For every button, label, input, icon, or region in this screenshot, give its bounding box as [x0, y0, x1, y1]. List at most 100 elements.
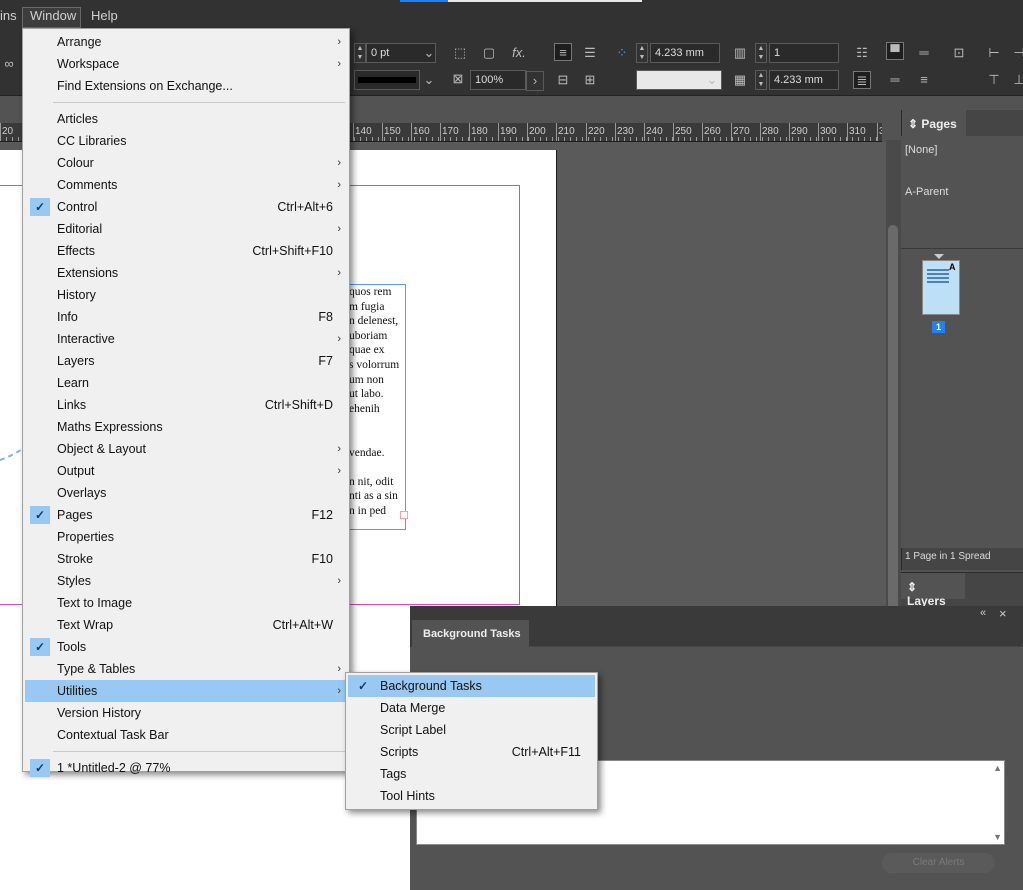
pages-tab[interactable]: ⇕ Pages — [902, 110, 966, 136]
ruler-minor-tick — [474, 137, 475, 141]
align-center-icon[interactable]: ≡ — [554, 43, 572, 61]
menu-item-output[interactable]: Output › — [25, 460, 347, 482]
menu-item-cc-libraries[interactable]: CC Libraries — [25, 130, 347, 152]
menu-help[interactable]: Help — [91, 8, 118, 23]
columns-field[interactable]: 1 — [769, 43, 839, 63]
height-field[interactable]: 4.233 mm — [769, 70, 839, 90]
a-parent[interactable]: A-Parent — [905, 186, 948, 198]
scroll-down-icon[interactable]: ▼ — [993, 832, 1002, 842]
menu-item-articles[interactable]: Articles — [25, 108, 347, 130]
align-left-icon[interactable]: ⊢ — [985, 44, 1003, 62]
scroll-up-icon[interactable]: ▲ — [993, 763, 1002, 773]
menu-item-editorial[interactable]: Editorial › — [25, 218, 347, 240]
balance-icon[interactable]: ═ — [915, 44, 933, 62]
submenu-arrow-icon: › — [337, 58, 341, 70]
submenu-item-background-tasks[interactable]: ✓ Background Tasks — [348, 675, 595, 697]
menu-item-overlays[interactable]: Overlays — [25, 482, 347, 504]
stroke-weight-stepper[interactable]: ▲ ▼ — [354, 43, 366, 63]
submenu-item-data-merge[interactable]: Data Merge — [348, 697, 595, 719]
menu-item-styles[interactable]: Styles › — [25, 570, 347, 592]
menu-item-version-history[interactable]: Version History — [25, 702, 347, 724]
ruler-minor-tick — [450, 137, 451, 141]
gutter-icon[interactable]: ▦ — [731, 71, 749, 89]
opacity-field[interactable]: 100% — [470, 70, 526, 90]
submenu-item-tool-hints[interactable]: Tool Hints — [348, 785, 595, 807]
collapse-panel-icon[interactable]: « — [980, 607, 986, 619]
menu-item-colour[interactable]: Colour › — [25, 152, 347, 174]
shadow-icon[interactable]: ▢ — [480, 44, 498, 62]
background-tasks-tab[interactable]: Background Tasks — [412, 620, 529, 647]
stroke-style-dropdown-icon[interactable]: ⌄ — [703, 71, 721, 89]
columns-icon[interactable]: ▥ — [731, 44, 749, 62]
menu-item-interactive[interactable]: Interactive › — [25, 328, 347, 350]
menu-separator — [53, 102, 345, 103]
opacity-icon[interactable]: ⊠ — [449, 70, 467, 88]
menu-item-layers[interactable]: Layers F7 — [25, 350, 347, 372]
menu-item-workspace[interactable]: Workspace › — [25, 53, 347, 75]
ruler-label: 150 — [384, 126, 401, 137]
bottom-align-icon[interactable]: ≡ — [915, 71, 933, 89]
menu-item-links[interactable]: Links Ctrl+Shift+D — [25, 394, 347, 416]
align-vcenter-icon[interactable]: ⊥ — [1010, 71, 1023, 89]
align-top-icon[interactable]: ⊤ — [985, 71, 1003, 89]
align-justify-icon[interactable]: ☰ — [581, 44, 599, 62]
submenu-item-scripts[interactable]: Scripts Ctrl+Alt+F11 — [348, 741, 595, 763]
menu-item-effects[interactable]: Effects Ctrl+Shift+F10 — [25, 240, 347, 262]
menu-item-control[interactable]: ✓ Control Ctrl+Alt+6 — [25, 196, 347, 218]
reference-point-icon[interactable]: ⁘ — [613, 44, 631, 62]
menu-plugins-partial[interactable]: ins — [0, 8, 17, 23]
stroke-type-select[interactable] — [354, 70, 420, 90]
submenu-arrow-icon: › — [337, 36, 341, 48]
menu-item-pages[interactable]: ✓ Pages F12 — [25, 504, 347, 526]
text-frame[interactable]: quos rem m fugia n delenest, uboriam quae ex… — [345, 284, 406, 530]
align-middle-icon[interactable]: ⊟ — [554, 71, 572, 89]
list-icon[interactable]: ☷ — [853, 44, 871, 62]
scrollbar-thumb[interactable] — [888, 225, 898, 615]
effects-fx-icon[interactable]: fx. — [510, 44, 528, 62]
align-hcenter-icon[interactable]: ⊣ — [1010, 44, 1023, 62]
menu-item-object-layout[interactable]: Object & Layout › — [25, 438, 347, 460]
top-align-icon[interactable]: ═ — [886, 71, 904, 89]
menu-item-stroke[interactable]: Stroke F10 — [25, 548, 347, 570]
clear-alerts-button[interactable]: Clear Alerts — [882, 853, 995, 873]
menu-item-comments[interactable]: Comments › — [25, 174, 347, 196]
stroke-type-dropdown-icon[interactable]: ⌄ — [420, 71, 438, 89]
menu-item-info[interactable]: Info F8 — [25, 306, 347, 328]
menu-item-properties[interactable]: Properties — [25, 526, 347, 548]
stroke-weight-dropdown-icon[interactable]: ⌄ — [420, 44, 438, 62]
columns-stepper[interactable]: ▲ ▼ — [755, 43, 767, 63]
menu-item-1-untitled-2-77[interactable]: ✓ 1 *Untitled-2 @ 77% — [25, 757, 347, 779]
text-align-icon[interactable]: ≣ — [853, 71, 871, 89]
menu-item-learn[interactable]: Learn — [25, 372, 347, 394]
menu-item-tools[interactable]: ✓ Tools — [25, 636, 347, 658]
menu-item-text-wrap[interactable]: Text Wrap Ctrl+Alt+W — [25, 614, 347, 636]
close-panel-icon[interactable]: × — [999, 606, 1007, 621]
width-stepper[interactable]: ▲ ▼ — [636, 43, 648, 63]
menu-item-text-to-image[interactable]: Text to Image — [25, 592, 347, 614]
height-stepper[interactable]: ▲ ▼ — [755, 70, 767, 90]
menu-item-contextual-task-bar[interactable]: Contextual Task Bar — [25, 724, 347, 746]
fit-frame-icon[interactable]: ⊡ — [950, 44, 968, 62]
none-parent[interactable]: [None] — [905, 144, 937, 156]
menu-item-maths-expressions[interactable]: Maths Expressions — [25, 416, 347, 438]
width-field[interactable]: 4.233 mm — [650, 43, 720, 63]
menu-item-utilities[interactable]: Utilities › — [25, 680, 347, 702]
layers-tab[interactable]: ⇕ Layers — [901, 573, 965, 608]
page-number-badge[interactable]: 1 — [932, 321, 945, 333]
link-icon[interactable]: ∞ — [0, 55, 18, 73]
menu-item-find-extensions-on-exchange[interactable]: Find Extensions on Exchange... — [25, 75, 347, 97]
page-thumbnail[interactable]: A — [922, 260, 960, 315]
overset-port-icon[interactable] — [400, 511, 408, 519]
align-distribute-icon[interactable]: ⊞ — [581, 71, 599, 89]
submenu-item-tags[interactable]: Tags — [348, 763, 595, 785]
menu-item-arrange[interactable]: Arrange › — [25, 31, 347, 53]
menu-item-history[interactable]: History — [25, 284, 347, 306]
menu-item-extensions[interactable]: Extensions › — [25, 262, 347, 284]
corner-options-icon[interactable]: ⬚ — [451, 44, 469, 62]
ruler-label: 300 — [820, 126, 837, 137]
menu-window[interactable]: Window — [30, 8, 76, 23]
vertical-justify-icon[interactable]: ▀ — [886, 42, 904, 60]
menu-item-type-tables[interactable]: Type & Tables › — [25, 658, 347, 680]
submenu-item-script-label[interactable]: Script Label — [348, 719, 595, 741]
opacity-arrow-icon[interactable]: › — [526, 71, 544, 91]
